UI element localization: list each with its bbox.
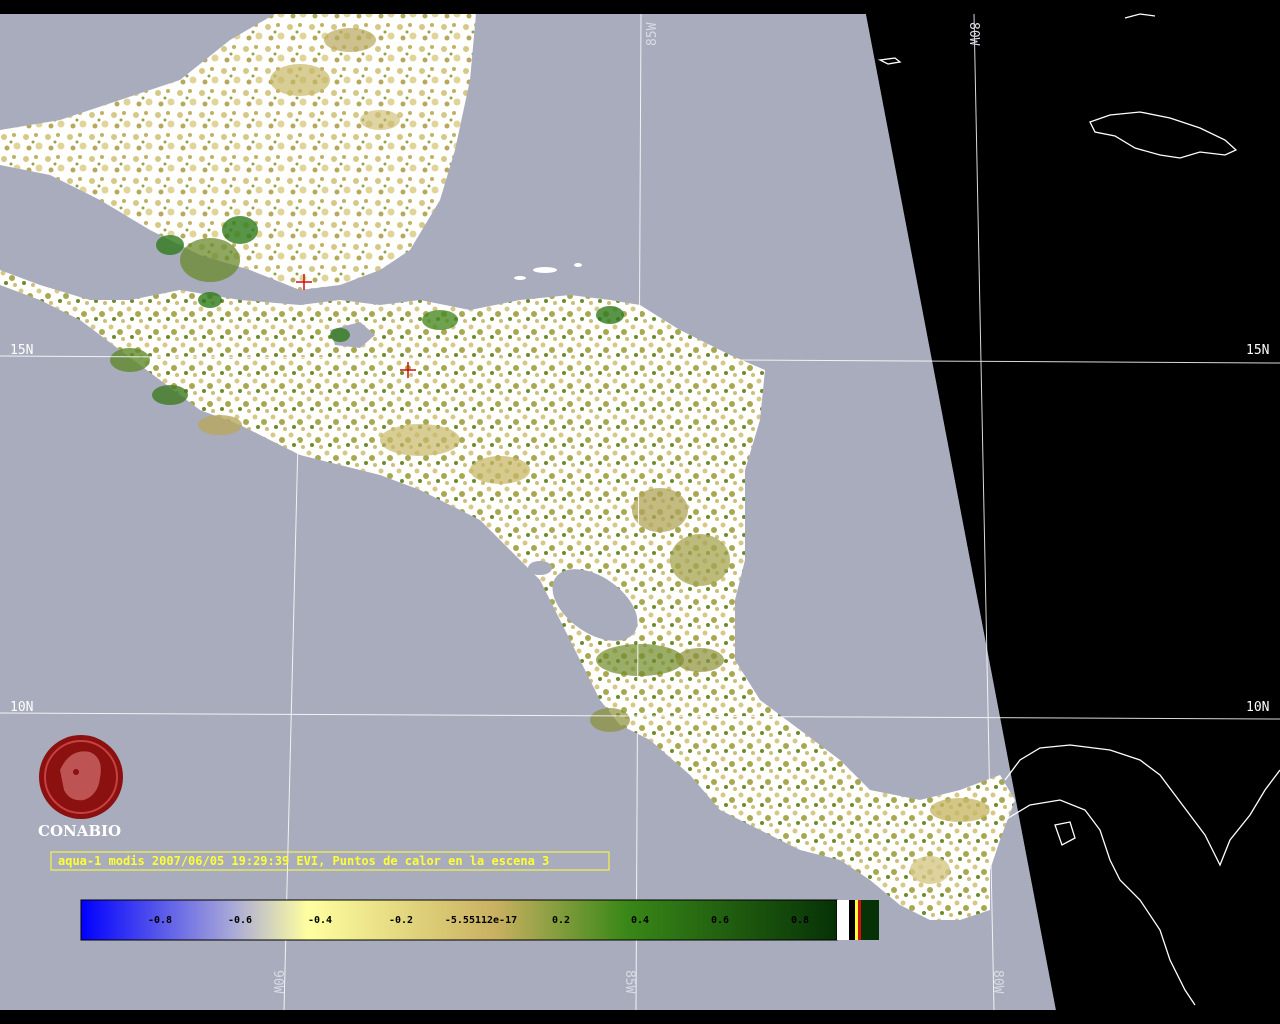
grid-label-80w-top: 80W	[966, 22, 981, 46]
conabio-logo-icon	[39, 735, 123, 819]
grid-label-10n-left: 10N	[10, 700, 33, 715]
colorbar-tick-label: 0.8	[791, 915, 809, 926]
colorbar-tick-label: -0.6	[228, 915, 252, 926]
caption-text: aqua-1 modis 2007/06/05 19:29:39 EVI, Pu…	[58, 854, 549, 868]
colorbar-tick-label: -5.55112e-17	[445, 915, 517, 926]
colorbar-white-segment	[837, 900, 849, 940]
grid-label-80w-bottom: 80W	[990, 970, 1005, 994]
grid-label-15n-left: 15N	[10, 343, 33, 358]
colorbar-tick-label: -0.2	[389, 915, 413, 926]
evi-map: 15N 15N 10N 10N 85W 80W 90W 85W 80W CONA…	[0, 0, 1280, 1024]
colorbar-tick-label: 0.6	[711, 915, 729, 926]
grid-label-85w-top: 85W	[645, 22, 660, 46]
colorbar-tick-label: 0.2	[552, 915, 570, 926]
colorbar: -0.8 -0.6 -0.4 -0.2 -5.55112e-17 0.2 0.4 0.6 0.8	[80, 899, 879, 941]
grid-label-90w-bottom: 90W	[270, 970, 285, 994]
grid-label-15n-right: 15N	[1246, 343, 1269, 358]
colorbar-tick-label: 0.4	[631, 915, 649, 926]
grid-label-85w-bottom: 85W	[622, 970, 637, 994]
colorbar-tick-label: -0.4	[308, 915, 332, 926]
grid-label-10n-right: 10N	[1246, 700, 1269, 715]
colorbar-black-segment	[849, 900, 855, 940]
colorbar-yellow-segment	[855, 900, 858, 940]
logo-text: CONABIO	[38, 822, 121, 840]
colorbar-tick-label: -0.8	[148, 915, 172, 926]
lake-managua	[528, 561, 552, 575]
colorbar-green-segment	[861, 900, 879, 940]
colorbar-red-segment	[858, 900, 861, 940]
